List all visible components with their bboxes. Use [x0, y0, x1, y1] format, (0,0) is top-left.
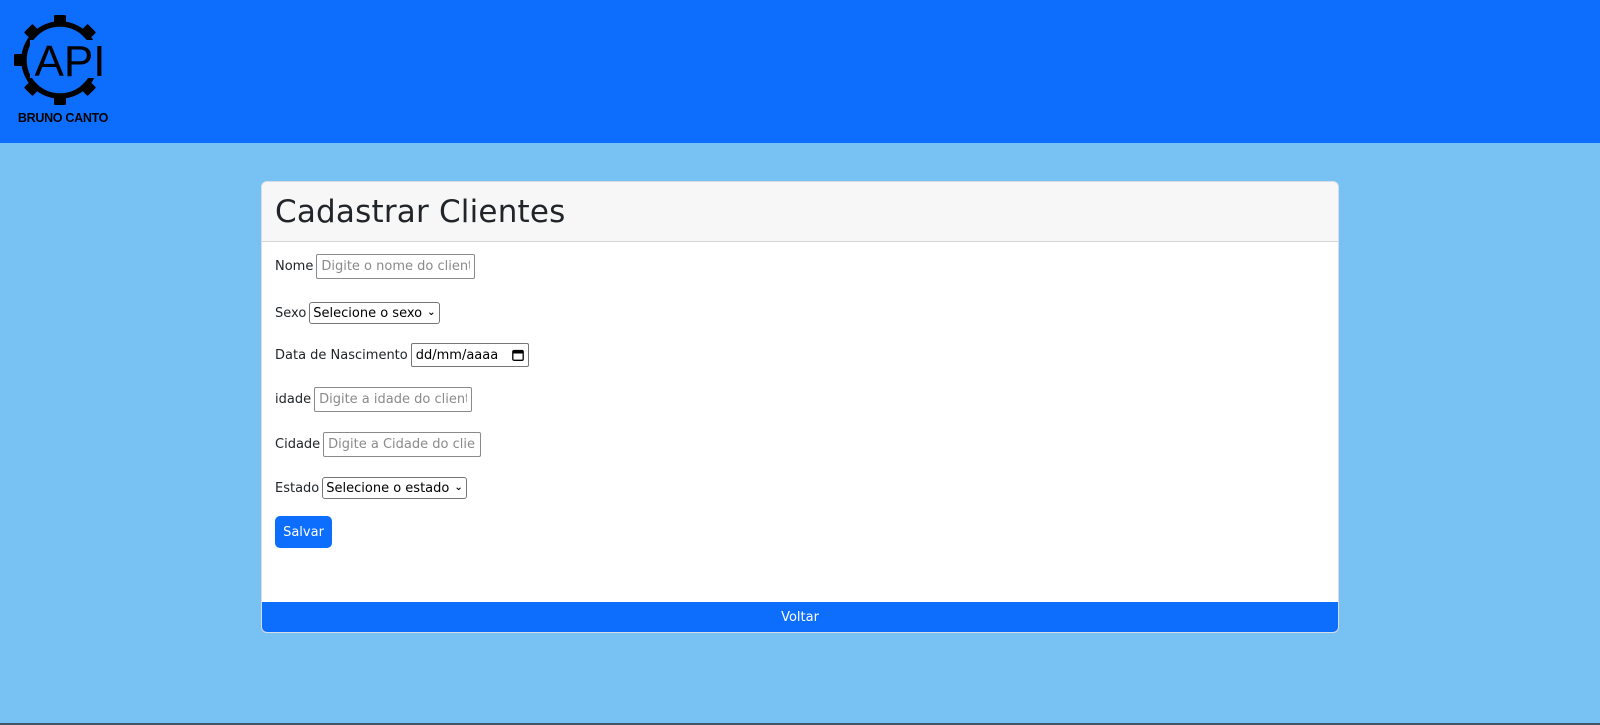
chevron-down-icon: ⌄ — [454, 482, 463, 493]
estado-label: Estado — [275, 480, 320, 496]
cidade-label: Cidade — [275, 437, 321, 452]
gear-icon: API — [14, 15, 116, 105]
chevron-down-icon: ⌄ — [427, 307, 436, 318]
calendar-icon[interactable] — [511, 349, 524, 361]
sexo-selected: Selecione o sexo — [313, 305, 423, 321]
nome-label: Nome — [275, 259, 314, 274]
estado-selected: Selecione o estado — [326, 480, 450, 496]
top-header: API BRUNO CANTO — [0, 0, 1600, 143]
idade-row: idade — [275, 387, 473, 412]
sexo-select[interactable]: Selecione o sexo ⌄ — [309, 302, 440, 324]
estado-row: Estado Selecione o estado ⌄ — [275, 477, 467, 499]
nome-row: Nome — [275, 254, 476, 279]
page-title: Cadastrar Clientes — [275, 194, 566, 230]
nascimento-date-input[interactable]: dd/mm/aaaa — [410, 343, 529, 367]
nome-input[interactable] — [316, 254, 476, 279]
nascimento-value: dd/mm/aaaa — [415, 347, 499, 363]
cidade-row: Cidade — [275, 432, 482, 457]
sexo-label: Sexo — [275, 305, 307, 321]
save-button[interactable]: Salvar — [275, 516, 332, 548]
estado-select[interactable]: Selecione o estado ⌄ — [322, 477, 467, 499]
nascimento-row: Data de Nascimento dd/mm/aaaa — [275, 343, 529, 367]
idade-label: idade — [275, 392, 312, 407]
back-button[interactable]: Voltar — [262, 602, 1338, 632]
logo-text: API — [35, 37, 106, 86]
sexo-row: Sexo Selecione o sexo ⌄ — [275, 302, 440, 324]
cidade-input[interactable] — [323, 432, 482, 457]
card-header: Cadastrar Clientes — [262, 182, 1338, 242]
api-logo: API BRUNO CANTO — [10, 12, 116, 130]
nascimento-label: Data de Nascimento — [275, 347, 408, 363]
idade-input[interactable] — [314, 387, 473, 412]
logo-caption: BRUNO CANTO — [17, 111, 109, 125]
client-form-card: Cadastrar Clientes Nome Sexo Selecione o… — [261, 181, 1339, 633]
